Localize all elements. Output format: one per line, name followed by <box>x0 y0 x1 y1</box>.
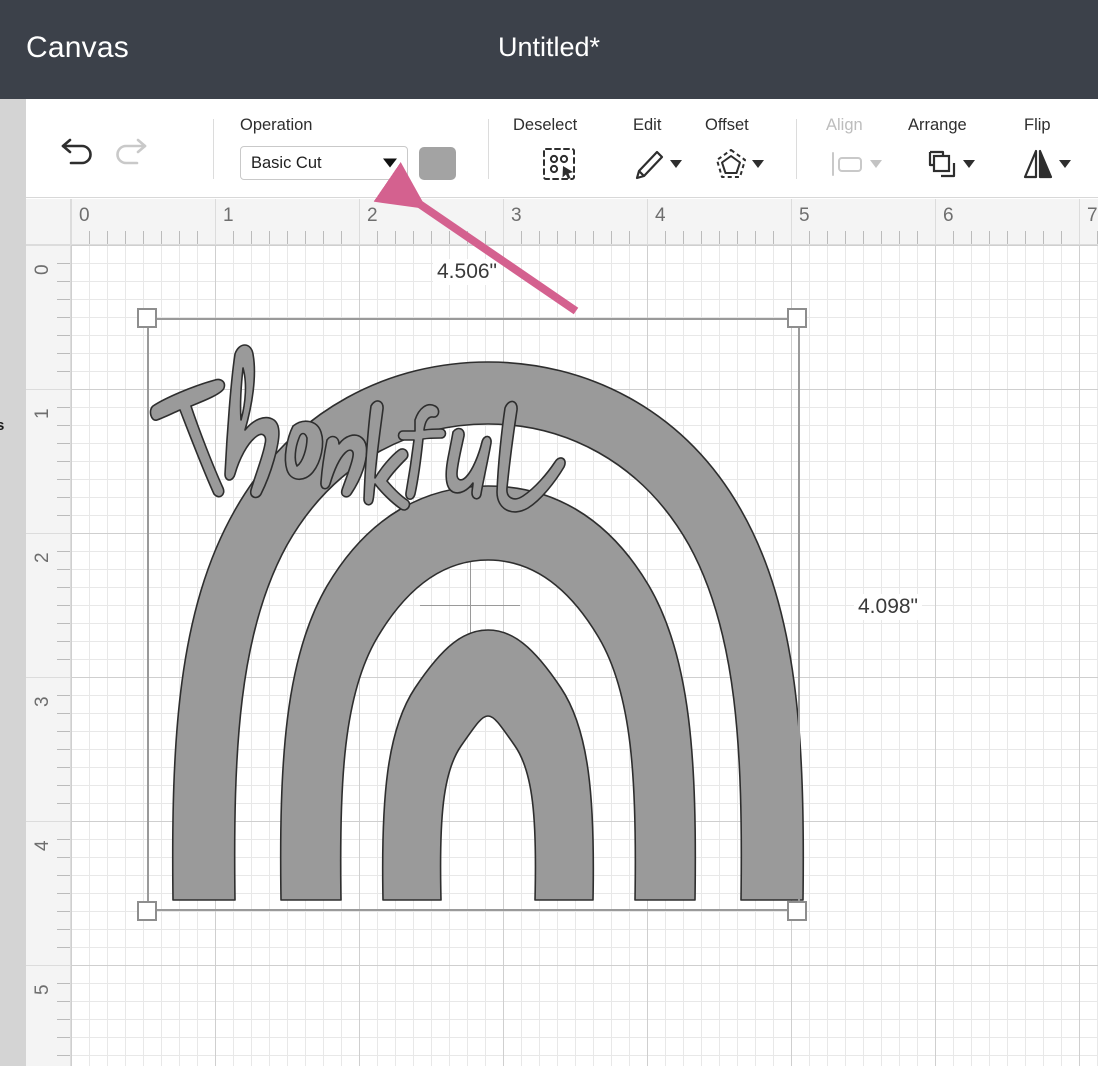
flip-icon <box>1023 149 1053 179</box>
selection-height-label: 4.098" <box>854 594 923 620</box>
align-chevron-down-icon <box>870 160 882 168</box>
ruler-h-tick-5: 5 <box>799 205 810 226</box>
document-title[interactable]: Untitled* <box>0 32 1098 63</box>
toolbar-divider-3 <box>796 119 797 179</box>
deselect-button[interactable] <box>540 145 578 183</box>
arrange-icon <box>928 150 956 178</box>
offset-label: Offset <box>705 116 749 134</box>
undo-redo-group <box>54 125 154 171</box>
ruler-h-tick-7: 7 <box>1087 205 1098 226</box>
flip-label: Flip <box>1024 116 1051 134</box>
ruler-h-tick-4: 4 <box>655 205 666 226</box>
offset-icon <box>716 149 746 178</box>
toolbar-divider-2 <box>488 119 489 179</box>
arrange-chevron-down-icon[interactable] <box>963 160 975 168</box>
offset-chevron-down-icon[interactable] <box>752 160 764 168</box>
edit-label: Edit <box>633 116 662 134</box>
selection-bounding-box <box>147 318 800 911</box>
ruler-h-tick-0: 0 <box>79 205 90 226</box>
selection-handle-top-left[interactable] <box>137 308 157 328</box>
app-header: Canvas Untitled* <box>0 0 1098 99</box>
vertical-ruler: 0 1 2 3 4 5 <box>26 245 71 1066</box>
left-sidebar-rail[interactable]: s <box>0 99 26 1066</box>
align-button <box>830 149 882 179</box>
selection-width-label: 4.506" <box>433 259 502 285</box>
ruler-v-tick-3: 3 <box>32 696 53 707</box>
flip-chevron-down-icon[interactable] <box>1059 160 1071 168</box>
ruler-h-tick-3: 3 <box>511 205 522 226</box>
horizontal-ruler: 0 1 2 3 4 5 6 7 <box>71 199 1098 245</box>
align-label: Align <box>826 116 863 134</box>
arrange-label: Arrange <box>908 116 967 134</box>
operation-label: Operation <box>240 116 313 134</box>
ruler-v-tick-0: 0 <box>32 264 53 275</box>
ruler-corner <box>26 199 71 245</box>
selection-handle-bottom-right[interactable] <box>787 901 807 921</box>
toolbar-divider-1 <box>213 119 214 179</box>
operation-selected-value: Basic Cut <box>251 153 322 172</box>
arrange-button[interactable] <box>925 147 975 181</box>
sidebar-clipped-label: s <box>0 417 5 434</box>
cricut-design-space-window: Canvas Untitled* s Operation Basic Cut D… <box>0 0 1098 1066</box>
edit-button[interactable] <box>632 147 682 181</box>
undo-arrow-icon[interactable] <box>54 125 102 171</box>
offset-button[interactable] <box>714 147 764 181</box>
deselect-label: Deselect <box>513 116 578 134</box>
ruler-v-tick-5: 5 <box>32 984 53 995</box>
operation-dropdown[interactable]: Basic Cut <box>240 146 408 180</box>
flip-button[interactable] <box>1021 147 1071 181</box>
edit-chevron-down-icon[interactable] <box>670 160 682 168</box>
operation-color-swatch[interactable] <box>419 147 456 180</box>
ruler-h-tick-1: 1 <box>223 205 234 226</box>
ruler-v-tick-2: 2 <box>32 552 53 563</box>
selection-handle-bottom-left[interactable] <box>137 901 157 921</box>
ruler-v-tick-4: 4 <box>32 840 53 851</box>
chevron-down-icon[interactable] <box>383 158 397 168</box>
deselect-icon <box>543 148 575 180</box>
ruler-h-tick-2: 2 <box>367 205 378 226</box>
redo-arrow-icon <box>106 125 154 171</box>
selection-handle-top-right[interactable] <box>787 308 807 328</box>
ruler-v-tick-1: 1 <box>32 408 53 419</box>
ruler-h-tick-6: 6 <box>943 205 954 226</box>
align-icon <box>832 152 862 176</box>
pencil-icon <box>635 150 664 180</box>
design-canvas[interactable]: 4.506" 4.098" <box>71 245 1098 1066</box>
